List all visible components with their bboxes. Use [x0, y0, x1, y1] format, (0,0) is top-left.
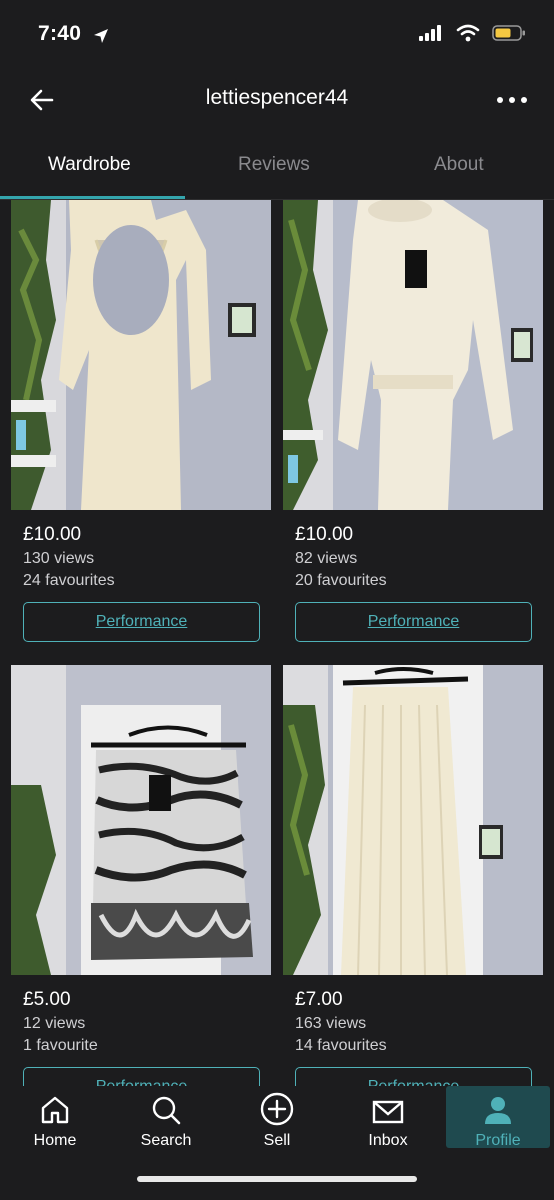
cellular-signal-icon	[419, 25, 441, 41]
tab-reviews[interactable]: Reviews	[238, 154, 310, 176]
status-bar: 7:40	[0, 0, 554, 70]
nav-inbox-label: Inbox	[368, 1132, 408, 1149]
nav-home[interactable]: Home	[2, 1086, 108, 1149]
home-icon	[41, 1096, 69, 1124]
nav-home-label: Home	[33, 1132, 77, 1149]
listing-views: 12 views	[23, 1015, 86, 1032]
performance-button[interactable]: Performance	[295, 602, 532, 642]
listing-favourites: 24 favourites	[23, 572, 115, 589]
wifi-icon	[456, 24, 480, 42]
listing-views: 82 views	[295, 550, 358, 567]
nav-sell-label: Sell	[263, 1132, 291, 1149]
listing-views: 130 views	[23, 550, 95, 567]
tab-wardrobe[interactable]: Wardrobe	[48, 154, 131, 176]
more-options-button[interactable]	[492, 82, 532, 118]
nav-inbox[interactable]: Inbox	[335, 1086, 441, 1149]
performance-button[interactable]: Performance	[23, 1067, 260, 1086]
tab-about[interactable]: About	[434, 154, 484, 176]
nav-profile[interactable]: Profile	[446, 1086, 550, 1149]
wardrobe-grid: £10.00 130 views 24 favourites Performan…	[0, 200, 554, 1086]
nav-search-label: Search	[140, 1132, 192, 1149]
listing-price: £7.00	[295, 989, 343, 1010]
search-icon	[152, 1096, 181, 1125]
active-tab-indicator	[0, 196, 185, 199]
location-arrow-icon	[94, 29, 108, 43]
listing-price: £10.00	[295, 524, 354, 545]
listing-card[interactable]: £7.00 163 views 14 favourites Performanc…	[283, 665, 543, 1086]
listing-photo[interactable]	[283, 665, 543, 975]
person-icon	[485, 1097, 511, 1124]
listing-favourites: 20 favourites	[295, 572, 387, 589]
listing-card[interactable]: £5.00 12 views 1 favourite Performance	[11, 665, 271, 1086]
listing-photo[interactable]	[283, 200, 543, 510]
profile-tabs: Wardrobe Reviews About	[0, 140, 554, 200]
battery-icon	[492, 25, 525, 41]
listing-card[interactable]: £10.00 82 views 20 favourites Performanc…	[283, 200, 543, 642]
listing-favourites: 1 favourite	[23, 1037, 98, 1054]
ellipsis-icon	[497, 97, 527, 103]
performance-button[interactable]: Performance	[295, 1067, 532, 1086]
plus-circle-icon	[260, 1092, 294, 1126]
listing-price: £10.00	[23, 524, 82, 545]
nav-header: lettiespencer44	[0, 70, 554, 130]
nav-profile-label: Profile	[475, 1132, 521, 1149]
nav-sell[interactable]: Sell	[224, 1086, 330, 1149]
listing-photo[interactable]	[11, 665, 271, 975]
listing-photo[interactable]	[11, 200, 271, 510]
mail-icon	[372, 1100, 404, 1124]
bottom-tab-bar: Home Search Sell Inbox Profile	[0, 1086, 554, 1200]
home-indicator[interactable]	[137, 1176, 417, 1182]
page-title: lettiespencer44	[205, 86, 349, 109]
listing-price: £5.00	[23, 989, 71, 1010]
performance-button[interactable]: Performance	[23, 602, 260, 642]
listing-card[interactable]: £10.00 130 views 24 favourites Performan…	[11, 200, 271, 642]
listing-favourites: 14 favourites	[295, 1037, 387, 1054]
listing-views: 163 views	[295, 1015, 367, 1032]
status-time: 7:40	[38, 22, 82, 45]
nav-search[interactable]: Search	[113, 1086, 219, 1149]
